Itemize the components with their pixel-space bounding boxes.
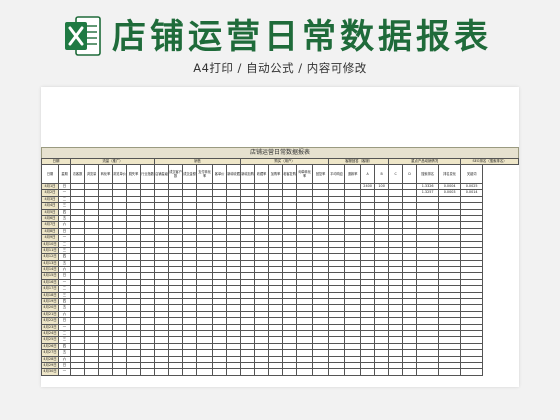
data-cell[interactable] bbox=[70, 368, 85, 376]
column-header[interactable]: A bbox=[360, 164, 376, 184]
column-header[interactable]: 星期 bbox=[58, 164, 71, 184]
column-header[interactable]: 收藏率 bbox=[254, 164, 270, 184]
data-cell[interactable] bbox=[196, 368, 214, 376]
column-header[interactable]: 支付转化率 bbox=[196, 164, 214, 184]
data-cell[interactable] bbox=[240, 368, 256, 376]
column-header[interactable]: 回复率 bbox=[312, 164, 330, 184]
data-cell[interactable] bbox=[282, 368, 298, 376]
column-header[interactable]: 浏览单价 bbox=[112, 164, 127, 184]
data-cell[interactable] bbox=[98, 368, 113, 376]
column-header[interactable]: 关键词 bbox=[460, 164, 484, 184]
data-cell[interactable] bbox=[126, 368, 141, 376]
data-cell[interactable] bbox=[112, 368, 127, 376]
data-cell[interactable] bbox=[416, 368, 440, 376]
page-subtitle: A4打印 / 自动公式 / 内容可修改 bbox=[193, 61, 367, 75]
column-header[interactable]: 转化率 bbox=[98, 164, 113, 184]
data-cell[interactable] bbox=[344, 368, 362, 376]
excel-logo-icon bbox=[65, 16, 101, 56]
report-table: 日期 流量（推广） 销售 购买（用户） 客服回答（客服） 重点产品动销情况 SEO排名（搜索… bbox=[41, 158, 519, 376]
data-cell[interactable] bbox=[328, 368, 346, 376]
page-title: 店铺运营日常数据报表 bbox=[112, 17, 492, 57]
data-cell[interactable] bbox=[312, 368, 330, 376]
data-cell[interactable] bbox=[182, 368, 198, 376]
column-header[interactable]: 浏览量 bbox=[84, 164, 99, 184]
column-header[interactable]: 新增加购 bbox=[240, 164, 256, 184]
data-cell[interactable] bbox=[360, 368, 376, 376]
data-cell[interactable] bbox=[154, 368, 170, 376]
table-row: 4月30日一 bbox=[41, 368, 519, 376]
column-header[interactable]: B bbox=[374, 164, 390, 184]
data-cell[interactable] bbox=[212, 368, 228, 376]
data-cell[interactable] bbox=[168, 368, 184, 376]
data-cell[interactable] bbox=[254, 368, 270, 376]
column-header[interactable]: 加购率 bbox=[268, 164, 284, 184]
data-cell[interactable] bbox=[296, 368, 314, 376]
data-cell[interactable] bbox=[438, 368, 462, 376]
column-header[interactable]: 成交金额 bbox=[182, 164, 198, 184]
column-header[interactable]: 询单转化率 bbox=[296, 164, 314, 184]
column-header[interactable]: 搜索排名 bbox=[416, 164, 440, 184]
sheet-title: 店铺运营日常数据报表 bbox=[41, 147, 519, 158]
weekday-cell[interactable]: 一 bbox=[58, 368, 71, 376]
column-header[interactable]: 跳失率 bbox=[126, 164, 141, 184]
data-cell[interactable] bbox=[374, 368, 390, 376]
column-header[interactable]: C bbox=[388, 164, 404, 184]
column-header[interactable]: 退款率 bbox=[344, 164, 362, 184]
column-header[interactable]: 访客数 bbox=[70, 164, 85, 184]
date-cell[interactable]: 4月30日 bbox=[41, 368, 59, 376]
data-cell[interactable] bbox=[460, 368, 484, 376]
page-header: 店铺运营日常数据报表 A4打印 / 自动公式 / 内容可修改 bbox=[0, 0, 560, 90]
data-cell[interactable] bbox=[268, 368, 284, 376]
column-header[interactable]: 成交客户数 bbox=[168, 164, 184, 184]
spreadsheet-preview: 店铺运营日常数据报表 日期 流量（推广） 销售 购买（用户） 客服回答（客服） 重点产品动… bbox=[41, 87, 519, 387]
column-header[interactable]: 店铺星级 bbox=[154, 164, 170, 184]
column-header[interactable]: 老客复购 bbox=[282, 164, 298, 184]
data-cell[interactable] bbox=[139, 368, 156, 376]
column-header[interactable]: 客单价 bbox=[212, 164, 228, 184]
column-header[interactable]: D bbox=[402, 164, 418, 184]
column-header[interactable]: 新增收藏 bbox=[226, 164, 242, 184]
data-cell[interactable] bbox=[388, 368, 404, 376]
column-header[interactable]: 排名变化 bbox=[438, 164, 462, 184]
column-header[interactable]: 日期 bbox=[41, 164, 59, 184]
data-cell[interactable] bbox=[226, 368, 242, 376]
data-cell[interactable] bbox=[402, 368, 418, 376]
column-header[interactable]: 行业指数 bbox=[139, 164, 156, 184]
data-cell[interactable] bbox=[84, 368, 99, 376]
column-header[interactable]: 平均响应 bbox=[328, 164, 346, 184]
